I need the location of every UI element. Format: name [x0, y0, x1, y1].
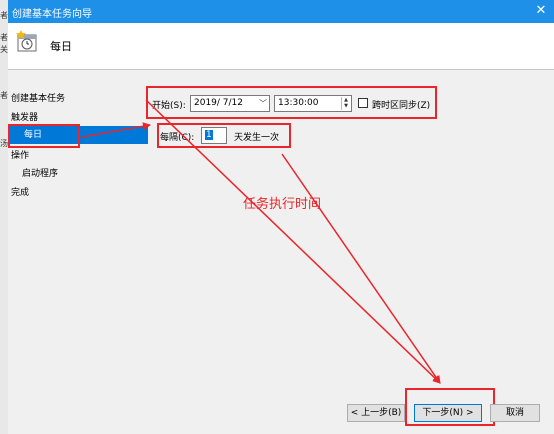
close-icon[interactable]: ✕ — [530, 0, 552, 23]
background-fragment: 关 — [0, 45, 8, 54]
start-time-highlight-box — [146, 86, 437, 119]
task-wizard-dialog: 创建基本任务向导 ✕ 每日 创建基本任务 触发器 每日 操作 启动程序 完成 开… — [8, 0, 554, 434]
nav-item-create-basic-task[interactable]: 创建基本任务 — [11, 91, 65, 104]
background-fragment: 汤 — [0, 139, 8, 148]
window-title: 创建基本任务向导 — [12, 9, 92, 20]
nav-item-start-program[interactable]: 启动程序 — [22, 166, 58, 179]
background-fragment: 者 — [0, 11, 8, 20]
nav-item-action[interactable]: 操作 — [11, 148, 29, 161]
background-fragment: 者 — [0, 91, 8, 100]
daily-step-highlight-box — [8, 124, 80, 148]
nav-item-trigger[interactable]: 触发器 — [11, 110, 38, 123]
recur-highlight-box — [157, 123, 291, 148]
title-bar[interactable]: 创建基本任务向导 ✕ — [8, 0, 554, 23]
nav-item-finish[interactable]: 完成 — [11, 185, 29, 198]
scheduled-task-icon — [16, 30, 37, 52]
background-fragment: 者 — [0, 33, 8, 42]
annotation-task-execution-time: 任务执行时间 — [243, 197, 322, 212]
wizard-header: 每日 — [8, 23, 554, 70]
next-button[interactable]: 下一步(N) > — [414, 404, 482, 422]
background-window-strip: 者 者 关 者 汤 — [0, 0, 8, 434]
page-title: 每日 — [50, 40, 72, 53]
wizard-steps-nav: 创建基本任务 触发器 每日 操作 启动程序 完成 — [8, 70, 158, 400]
cancel-button[interactable]: 取消 — [490, 404, 540, 422]
back-button[interactable]: < 上一步(B) — [347, 404, 405, 422]
